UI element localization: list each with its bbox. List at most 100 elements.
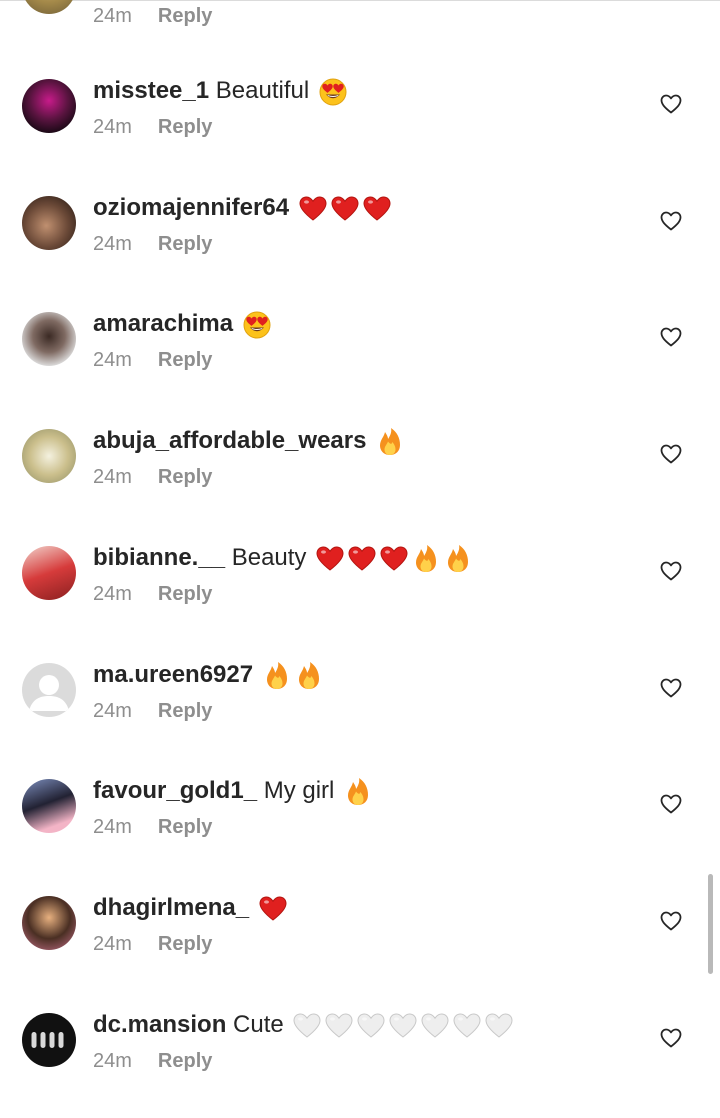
white-heart-emoji-icon bbox=[357, 1013, 385, 1038]
avatar[interactable] bbox=[22, 1013, 76, 1067]
red-heart-emoji-icon bbox=[331, 196, 359, 221]
white-heart-emoji-icon bbox=[325, 1013, 353, 1038]
comment-time: 24m bbox=[93, 933, 132, 955]
red-heart-emoji-icon bbox=[348, 546, 376, 571]
comment-meta: 24m Reply bbox=[93, 3, 212, 29]
avatar[interactable] bbox=[22, 546, 76, 600]
white-heart-emoji-icon bbox=[485, 1013, 513, 1038]
comment-meta: 24m Reply bbox=[93, 698, 212, 724]
comment-meta: 24m Reply bbox=[93, 114, 212, 140]
fire-emoji-icon bbox=[416, 544, 437, 572]
comment-username[interactable]: misstee_1 bbox=[93, 77, 209, 104]
brand-logo-icon bbox=[31, 1032, 64, 1048]
comment-item: abuja_affordable_wears 24m Reply bbox=[0, 424, 720, 540]
avatar[interactable] bbox=[22, 779, 76, 833]
white-heart-emoji-icon bbox=[453, 1013, 481, 1038]
heart-eyes-emoji-icon bbox=[319, 78, 347, 106]
heart-outline-icon[interactable] bbox=[659, 92, 683, 116]
heart-outline-icon[interactable] bbox=[659, 325, 683, 349]
default-avatar-icon bbox=[29, 675, 69, 711]
comment-time: 24m bbox=[93, 583, 132, 605]
reply-button[interactable]: Reply bbox=[158, 700, 212, 722]
heart-outline-icon[interactable] bbox=[659, 209, 683, 233]
fire-emoji-icon bbox=[266, 661, 287, 689]
comment-username[interactable]: amarachima bbox=[93, 310, 233, 337]
scrollbar[interactable] bbox=[708, 874, 713, 974]
comment-username[interactable]: favour_gold1_ bbox=[93, 777, 257, 804]
comment-item: dhagirlmena_ 24m Reply bbox=[0, 891, 720, 1007]
heart-eyes-emoji-icon bbox=[243, 311, 271, 339]
fire-emoji-icon bbox=[380, 427, 401, 455]
comment-item: amarachima 24m Reply bbox=[0, 307, 720, 423]
reply-button[interactable]: Reply bbox=[158, 5, 212, 27]
red-heart-emoji-icon bbox=[259, 896, 287, 921]
comment-body: dhagirlmena_ bbox=[93, 891, 288, 925]
red-heart-emoji-icon bbox=[363, 196, 391, 221]
comment-username[interactable]: dc.mansion bbox=[93, 1011, 226, 1038]
comment-time: 24m bbox=[93, 700, 132, 722]
comment-meta: 24m Reply bbox=[93, 231, 212, 257]
heart-outline-icon[interactable] bbox=[659, 559, 683, 583]
fire-emoji-icon bbox=[348, 777, 369, 805]
comment-username[interactable]: bibianne.__ bbox=[93, 544, 225, 571]
comment-time: 24m bbox=[93, 1050, 132, 1072]
comment-body: amarachima bbox=[93, 307, 272, 341]
comment-item: oziomajennifer64 24m Reply bbox=[0, 191, 720, 307]
heart-outline-icon[interactable] bbox=[659, 909, 683, 933]
comment-body: favour_gold1_ My girl bbox=[93, 774, 373, 808]
comment-text: Beauty bbox=[225, 544, 307, 571]
reply-button[interactable]: Reply bbox=[158, 816, 212, 838]
comment-username[interactable]: oziomajennifer64 bbox=[93, 194, 289, 221]
comment-body: bibianne.__ Beauty bbox=[93, 541, 473, 575]
comment-text: Beautiful bbox=[209, 77, 310, 104]
reply-button[interactable]: Reply bbox=[158, 116, 212, 138]
heart-outline-icon[interactable] bbox=[659, 676, 683, 700]
white-heart-emoji-icon bbox=[293, 1013, 321, 1038]
comment-username[interactable]: dhagirlmena_ bbox=[93, 894, 249, 921]
red-heart-emoji-icon bbox=[299, 196, 327, 221]
heart-outline-icon[interactable] bbox=[659, 792, 683, 816]
reply-button[interactable]: Reply bbox=[158, 466, 212, 488]
comment-meta: 24m Reply bbox=[93, 814, 212, 840]
red-heart-emoji-icon bbox=[380, 546, 408, 571]
comment-time: 24m bbox=[93, 349, 132, 371]
avatar[interactable] bbox=[22, 312, 76, 366]
comment-meta: 24m Reply bbox=[93, 931, 212, 957]
avatar[interactable] bbox=[22, 196, 76, 250]
comment-meta: 24m Reply bbox=[93, 464, 212, 490]
avatar[interactable] bbox=[22, 429, 76, 483]
reply-button[interactable]: Reply bbox=[158, 349, 212, 371]
heart-outline-icon[interactable] bbox=[659, 442, 683, 466]
white-heart-emoji-icon bbox=[389, 1013, 417, 1038]
comment-time: 24m bbox=[93, 116, 132, 138]
heart-outline-icon[interactable] bbox=[662, 0, 680, 4]
comment-item: ma.ureen6927 24m Reply bbox=[0, 658, 720, 774]
red-heart-emoji-icon bbox=[316, 546, 344, 571]
reply-button[interactable]: Reply bbox=[158, 1050, 212, 1072]
comment-time: 24m bbox=[93, 5, 132, 27]
comment-item: dc.mansion Cute 24m Reply bbox=[0, 1008, 720, 1118]
comment-meta: 24m Reply bbox=[93, 581, 212, 607]
comment-time: 24m bbox=[93, 816, 132, 838]
fire-emoji-icon bbox=[298, 661, 319, 689]
fire-emoji-icon bbox=[448, 544, 469, 572]
comment-body: abuja_affordable_wears bbox=[93, 424, 405, 458]
comment-username[interactable]: ma.ureen6927 bbox=[93, 661, 253, 688]
comment-text: Cute bbox=[226, 1011, 284, 1038]
reply-button[interactable]: Reply bbox=[158, 233, 212, 255]
comment-item: bibianne.__ Beauty 24m Reply bbox=[0, 541, 720, 657]
comment-body: oziomajennifer64 bbox=[93, 191, 392, 225]
comment-item: favour_gold1_ My girl 24m Reply bbox=[0, 774, 720, 890]
heart-outline-icon[interactable] bbox=[659, 1026, 683, 1050]
comment-meta: 24m Reply bbox=[93, 347, 212, 373]
comment-body: ma.ureen6927 bbox=[93, 658, 324, 692]
comment-username[interactable]: abuja_affordable_wears bbox=[93, 427, 366, 454]
avatar[interactable] bbox=[22, 663, 76, 717]
avatar[interactable] bbox=[22, 896, 76, 950]
avatar[interactable] bbox=[22, 0, 76, 14]
reply-button[interactable]: Reply bbox=[158, 933, 212, 955]
reply-button[interactable]: Reply bbox=[158, 583, 212, 605]
avatar[interactable] bbox=[22, 79, 76, 133]
comment-partial: 24m Reply bbox=[0, 0, 720, 40]
comment-item: misstee_1 Beautiful 24m Reply bbox=[0, 74, 720, 190]
